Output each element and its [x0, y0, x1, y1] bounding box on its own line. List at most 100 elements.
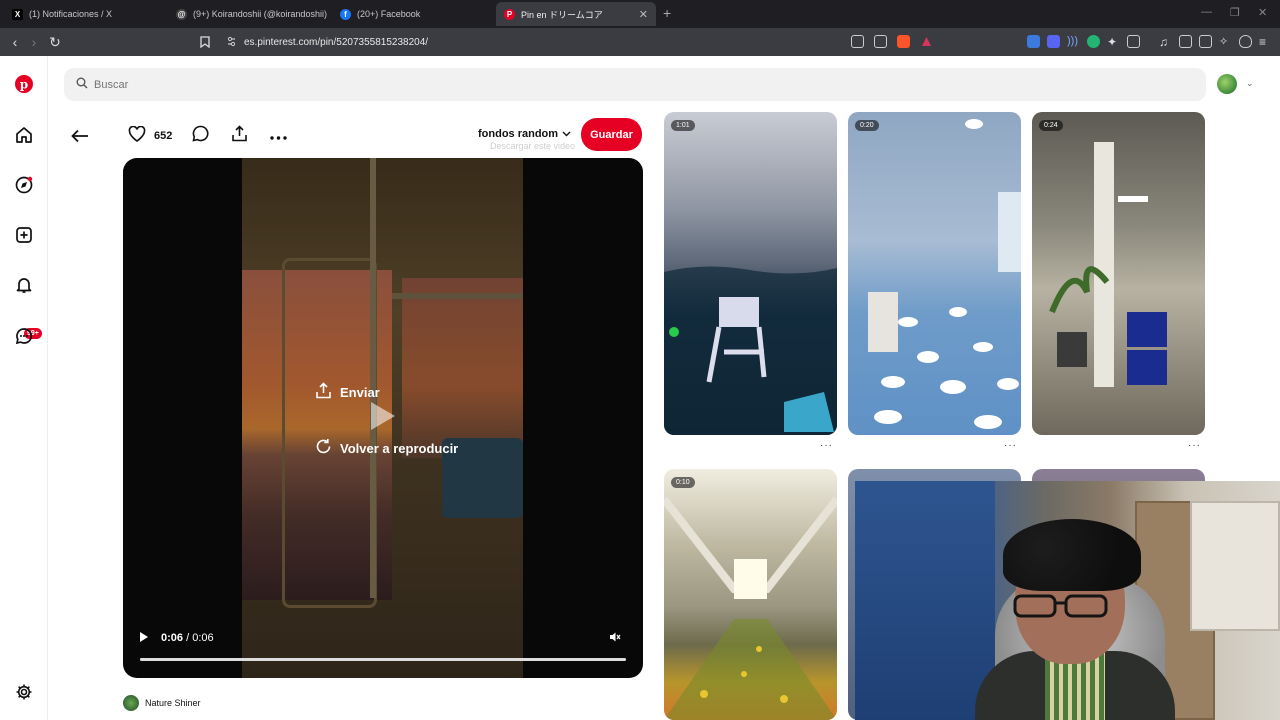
time-current: 0:06: [161, 632, 184, 644]
explore-icon[interactable]: [14, 175, 34, 195]
tab-x-notifications[interactable]: X (1) Notificaciones / X: [4, 2, 164, 26]
tab-label: (20+) Facebook: [357, 9, 421, 19]
replay-icon: [315, 438, 332, 458]
tab-label: Pin en ドリームコア: [521, 9, 603, 20]
address-bar[interactable]: es.pinterest.com/pin/5207355815238204/: [222, 31, 942, 53]
save-button[interactable]: Guardar: [581, 118, 642, 151]
more-options-icon[interactable]: [270, 127, 288, 145]
related-pin-blue-room[interactable]: 0:20: [848, 112, 1021, 435]
forward-icon[interactable]: ›: [25, 33, 43, 51]
home-icon[interactable]: [14, 125, 34, 145]
send-button[interactable]: Enviar: [315, 382, 380, 402]
cast-icon[interactable]: [851, 35, 864, 48]
sidebar-icon[interactable]: [1179, 35, 1192, 48]
brave-shield-icon[interactable]: [897, 35, 910, 48]
time-total: 0:06: [192, 632, 214, 644]
extensions-icon[interactable]: ✦: [1107, 35, 1120, 49]
pinterest-sidebar: p 99+: [0, 56, 48, 720]
search-icon: [76, 76, 88, 94]
ai-icon[interactable]: ✧: [1219, 35, 1232, 48]
tab-facebook[interactable]: f (20+) Facebook: [332, 2, 492, 26]
minimize-icon[interactable]: —: [1201, 6, 1212, 18]
video-progress-bar[interactable]: [140, 658, 626, 661]
related-pin-empty-hall[interactable]: 0:24: [1032, 112, 1205, 435]
pin-video-player[interactable]: Enviar Volver a reproducir 0:06 / 0:06: [123, 158, 643, 678]
mute-icon[interactable]: [609, 630, 621, 648]
vpn-icon[interactable]: [1239, 35, 1252, 48]
creator-name: Nature Shiner: [145, 698, 201, 708]
search-input[interactable]: [94, 78, 494, 91]
replay-button[interactable]: Volver a reproducir: [315, 438, 458, 458]
url-text: es.pinterest.com/pin/5207355815238204/: [244, 36, 429, 48]
time-display: 0:06 / 0:06: [161, 632, 214, 644]
duration-badge: 0:24: [1039, 120, 1063, 131]
video-progress-fill: [140, 658, 626, 661]
wallet-icon[interactable]: [1199, 35, 1212, 48]
webcam-shelf: [1190, 501, 1280, 631]
video-controls: 0:06 / 0:06: [139, 628, 629, 648]
webcam-glasses: [1013, 594, 1108, 618]
time-separator: /: [183, 632, 193, 644]
comment-icon[interactable]: [192, 125, 209, 147]
screenshot-icon[interactable]: [1127, 35, 1140, 48]
tab-label: (9+) Koirandoshii (@koirandoshii) • T: [193, 9, 328, 19]
tab-label: (1) Notificaciones / X: [29, 9, 113, 19]
pin-action-bar: 652: [128, 124, 288, 148]
tab-threads[interactable]: @ (9+) Koirandoshii (@koirandoshii) • T: [168, 2, 328, 26]
threads-icon: @: [176, 8, 187, 20]
site-info-icon[interactable]: [226, 36, 237, 50]
download-hint: Descargar este video: [490, 141, 576, 151]
account-chevron-icon[interactable]: ⌄: [1246, 78, 1254, 89]
duration-badge: 0:10: [671, 477, 695, 488]
play-pause-icon[interactable]: [139, 631, 149, 646]
discord-icon[interactable]: [1047, 35, 1060, 48]
svg-text:p: p: [20, 78, 28, 92]
duration-badge: 1:01: [671, 120, 695, 131]
webcam-overlay: [855, 481, 1280, 720]
upload-icon: [315, 382, 332, 402]
back-button[interactable]: [68, 124, 92, 148]
pin-more-icon[interactable]: ···: [1188, 440, 1201, 451]
close-tab-icon[interactable]: ✕: [639, 8, 648, 21]
messages-icon[interactable]: [14, 326, 34, 346]
restore-icon[interactable]: ❐: [1230, 6, 1240, 19]
brave-rewards-icon[interactable]: [920, 35, 933, 48]
new-tab-button[interactable]: +: [663, 5, 671, 21]
like-icon[interactable]: [128, 125, 146, 147]
music-icon[interactable]: ♫: [1159, 35, 1172, 49]
close-window-icon[interactable]: ✕: [1258, 6, 1267, 19]
pin-more-icon[interactable]: ···: [1004, 440, 1017, 451]
browser-nav-bar: ‹ › ↻ es.pinterest.com/pin/5207355815238…: [0, 28, 1280, 56]
search-bar[interactable]: [64, 68, 1206, 101]
pin-more-icon[interactable]: ···: [820, 440, 833, 451]
related-pin-train-flowers[interactable]: 0:10: [664, 469, 837, 720]
reload-icon[interactable]: ↻: [46, 33, 64, 51]
menu-icon[interactable]: ≡: [1259, 35, 1272, 49]
browser-tab-bar: X (1) Notificaciones / X @ (9+) Koirando…: [0, 0, 1280, 28]
creator-info[interactable]: Nature Shiner: [123, 695, 201, 711]
creator-avatar: [123, 695, 139, 711]
settings-icon[interactable]: [14, 682, 34, 702]
related-pin-ocean-chair[interactable]: 1:01: [664, 112, 837, 435]
notifications-icon[interactable]: [14, 275, 34, 295]
create-icon[interactable]: [14, 225, 34, 245]
audio-icon[interactable]: ))): [1067, 35, 1080, 48]
like-count: 652: [154, 130, 173, 142]
share-icon[interactable]: [231, 125, 248, 147]
x-icon: X: [12, 8, 23, 20]
duration-badge: 0:20: [855, 120, 879, 131]
share-icon[interactable]: [874, 35, 887, 48]
facebook-icon: f: [340, 8, 351, 20]
account-avatar[interactable]: [1217, 74, 1237, 94]
tab-pinterest-active[interactable]: P Pin en ドリームコア ✕: [496, 2, 656, 26]
pinterest-icon: P: [504, 8, 515, 20]
pinterest-logo-icon[interactable]: p: [14, 74, 34, 94]
extension-green-icon[interactable]: [1087, 35, 1100, 48]
send-label: Enviar: [340, 384, 380, 400]
webcam-blue-wall: [855, 481, 995, 720]
play-icon[interactable]: [371, 402, 395, 430]
back-icon[interactable]: ‹: [6, 33, 24, 51]
bookmark-icon[interactable]: [196, 33, 214, 51]
board-selector[interactable]: fondos random: [478, 128, 571, 140]
translate-icon[interactable]: [1027, 35, 1040, 48]
